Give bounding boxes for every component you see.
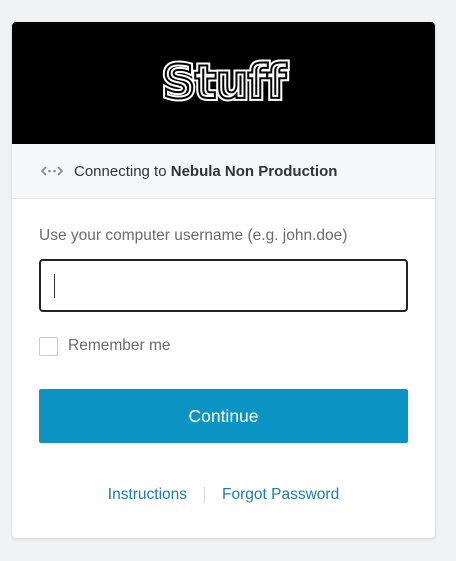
connection-text: Connecting to Nebula Non Production bbox=[74, 163, 337, 180]
remember-me-label[interactable]: Remember me bbox=[68, 337, 171, 355]
brand-banner: Stuff Stuff bbox=[12, 22, 435, 144]
help-links: Instructions Forgot Password bbox=[39, 486, 408, 504]
forgot-password-link[interactable]: Forgot Password bbox=[222, 486, 339, 504]
login-form: Use your computer username (e.g. john.do… bbox=[12, 227, 435, 504]
link-divider bbox=[204, 487, 206, 503]
remember-me-row[interactable]: Remember me bbox=[39, 335, 408, 357]
remember-me-checkbox[interactable] bbox=[39, 336, 58, 356]
connection-prefix: Connecting to bbox=[74, 162, 171, 180]
svg-text:Stuff: Stuff bbox=[162, 55, 287, 109]
environment-name: Nebula Non Production bbox=[170, 162, 338, 180]
instructions-link[interactable]: Instructions bbox=[108, 486, 187, 504]
username-label: Use your computer username (e.g. john.do… bbox=[39, 227, 348, 244]
connect-arrows-icon bbox=[40, 164, 64, 178]
text-caret bbox=[54, 273, 55, 298]
login-card: Stuff Stuff Connecting to Nebula Non Pro… bbox=[12, 22, 435, 538]
continue-button[interactable]: Continue bbox=[39, 389, 408, 443]
connection-bar: Connecting to Nebula Non Production bbox=[12, 144, 435, 199]
brand-logo: Stuff Stuff bbox=[159, 53, 291, 112]
username-input[interactable] bbox=[39, 259, 408, 312]
